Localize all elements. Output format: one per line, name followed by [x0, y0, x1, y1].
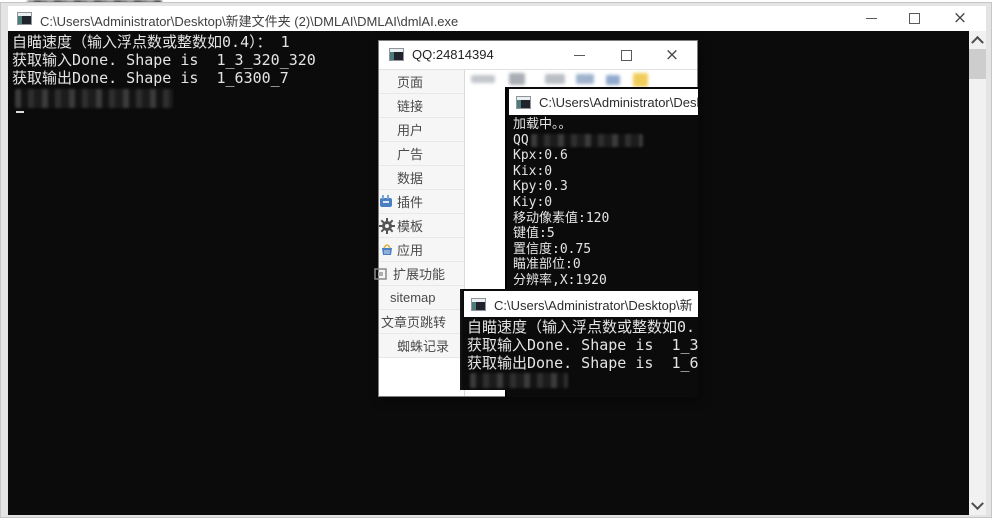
censored-blob [15, 89, 173, 108]
console-line: 获取输出Done. Shape is 1_6300 [467, 354, 698, 372]
screen: C:\Users\Administrator\Desktop\新建文件夹 (2)… [0, 0, 993, 519]
sidebar-item-links[interactable]: 链接 [379, 94, 464, 118]
console-app-icon [471, 298, 486, 311]
gear-icon [379, 218, 395, 234]
toolbar-icon-blurred[interactable] [509, 73, 525, 85]
sidebar-item-ads[interactable]: 广告 [379, 142, 464, 166]
close-icon[interactable]: × [945, 6, 975, 31]
maximize-icon[interactable] [899, 6, 929, 31]
qq-window-title: QQ:24814394 [412, 47, 494, 62]
console-line: 置信度:0.75 [513, 242, 698, 258]
close-icon[interactable]: × [657, 41, 687, 69]
toolbar-icon-blurred[interactable] [471, 75, 495, 83]
toolbar-icon-blurred[interactable] [545, 74, 565, 84]
plugin-icon [379, 194, 395, 210]
sidebar-item-plugins[interactable]: 插件 [379, 190, 464, 214]
sidebar-menu: 页面 链接 用户 广告 数据 插件 模板 应用 [379, 70, 465, 396]
console-line: Kix:0 [513, 164, 698, 180]
text-cursor [16, 111, 24, 113]
overlay-console-front: C:\Users\Administrator\Desktop\新 自瞄速度（输入… [460, 289, 698, 390]
console-line: 移动像素值:120 [513, 211, 698, 227]
overlay-console-titlebar[interactable]: C:\Users\Administrator\Desk [509, 89, 698, 115]
console-app-icon [17, 12, 32, 25]
main-window-titlebar[interactable]: C:\Users\Administrator\Desktop\新建文件夹 (2)… [8, 6, 986, 31]
scroll-down-icon[interactable] [969, 498, 986, 515]
console-line: QQ [513, 133, 698, 149]
qq-app-icon [389, 48, 404, 61]
sidebar-item-extensions[interactable]: 扩展功能 [379, 262, 464, 286]
minimize-icon[interactable] [564, 41, 594, 69]
console-line: 自瞄速度（输入浮点数或整数如0. [467, 318, 698, 336]
console-line: 分辨率,X:1920 [513, 273, 698, 289]
console-line: 瞄准部位:0 [513, 257, 698, 273]
sidebar-item-pages[interactable]: 页面 [379, 70, 464, 94]
sidebar-item-users[interactable]: 用户 [379, 118, 464, 142]
console-line: 获取输入Done. Shape is 1_3_32 [467, 336, 698, 354]
console-app-icon [516, 96, 531, 109]
basket-icon [379, 242, 395, 258]
console-line: 键值:5 [513, 226, 698, 242]
maximize-icon[interactable] [611, 41, 641, 69]
console-line: 加载中。。 [513, 117, 698, 133]
console-line: Kpy:0.3 [513, 179, 698, 195]
sidebar-item-article-jump[interactable]: 文章页跳转 [379, 310, 464, 334]
sidebar-item-data[interactable]: 数据 [379, 166, 464, 190]
console-output: 自瞄速度（输入浮点数或整数如0. 获取输入Done. Shape is 1_3_… [464, 317, 698, 390]
toolbar-icon-blurred[interactable] [576, 74, 594, 84]
sidebar-item-apps[interactable]: 应用 [379, 238, 464, 262]
sidebar-item-sitemap[interactable]: sitemap [379, 286, 464, 310]
console-line: Kiy:0 [513, 195, 698, 211]
overlay-console-title: C:\Users\Administrator\Desktop\新 [494, 295, 693, 314]
scrollbar[interactable] [969, 31, 986, 515]
toolbar-icon-blurred[interactable] [606, 75, 620, 85]
qq-window-titlebar[interactable]: QQ:24814394 × [379, 41, 697, 70]
scroll-up-icon[interactable] [969, 31, 986, 48]
overlay-console-titlebar[interactable]: C:\Users\Administrator\Desktop\新 [464, 291, 698, 317]
minimize-icon[interactable] [856, 6, 886, 31]
scrollbar-thumb[interactable] [969, 49, 986, 79]
main-window-title: C:\Users\Administrator\Desktop\新建文件夹 (2)… [40, 11, 458, 30]
console-line: Kpx:0.6 [513, 148, 698, 164]
toolbar-icon-blurred[interactable] [633, 73, 648, 87]
censored-blob [470, 373, 568, 388]
censored-blob [531, 134, 643, 147]
expand-icon [373, 266, 389, 282]
sidebar-item-templates[interactable]: 模板 [379, 214, 464, 238]
overlay-console-title: C:\Users\Administrator\Desk [539, 95, 698, 110]
sidebar-item-spider-log[interactable]: 蜘蛛记录 [379, 334, 464, 358]
